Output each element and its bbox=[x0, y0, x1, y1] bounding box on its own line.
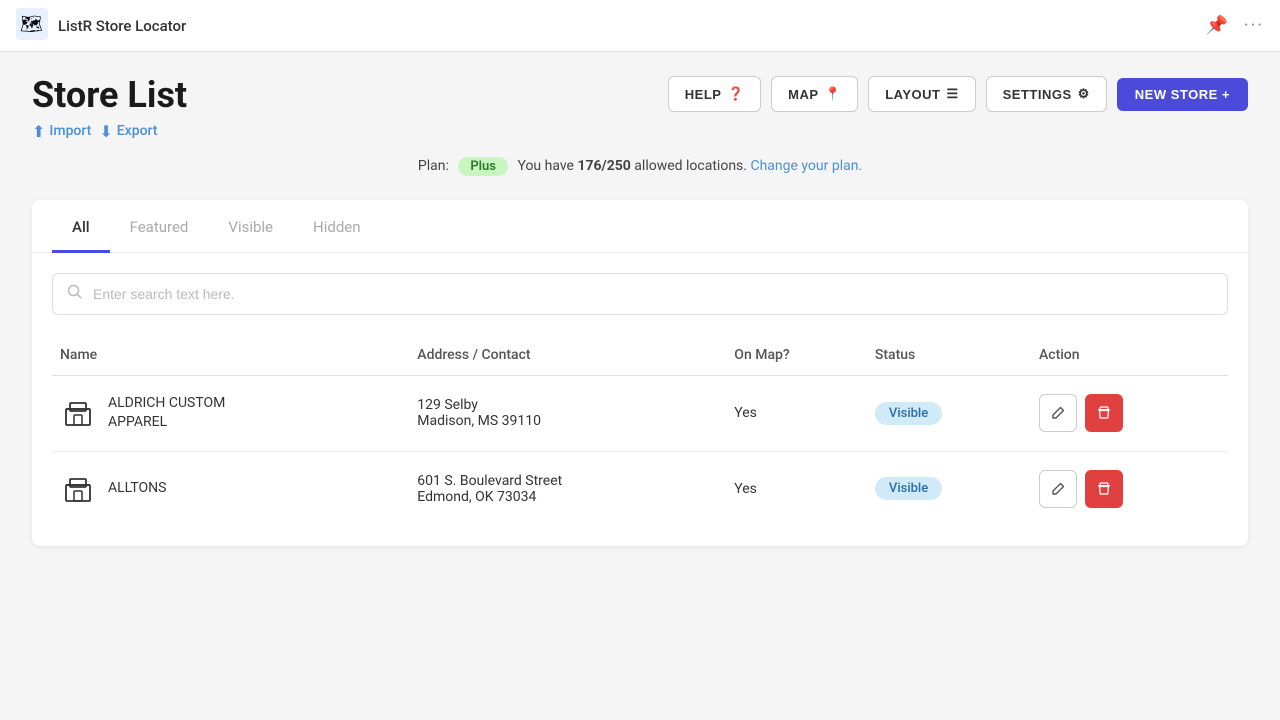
main-content: Store List ⬆ Import ⬇ Export HELP ❓ MAP … bbox=[0, 52, 1280, 570]
delete-icon bbox=[1097, 482, 1111, 496]
import-icon: ⬆ bbox=[32, 122, 45, 141]
settings-label: SETTINGS bbox=[1003, 87, 1072, 102]
store-action-cell bbox=[1031, 451, 1228, 526]
store-status-cell: Visible bbox=[867, 375, 1031, 451]
edit-icon bbox=[1051, 406, 1065, 420]
table-row: ALLTONS 601 S. Boulevard StreetEdmond, O… bbox=[52, 451, 1228, 526]
store-address-cell: 129 SelbyMadison, MS 39110 bbox=[409, 375, 726, 451]
plan-message-prefix: You have bbox=[517, 158, 577, 174]
table-body: ALDRICH CUSTOMAPPAREL 129 SelbyMadison, … bbox=[52, 375, 1228, 526]
col-address: Address / Contact bbox=[409, 335, 726, 376]
change-plan-link[interactable]: Change your plan. bbox=[750, 158, 862, 174]
layout-icon: ☰ bbox=[946, 86, 958, 102]
map-button[interactable]: MAP 📍 bbox=[771, 76, 858, 112]
settings-icon: ⚙ bbox=[1078, 86, 1090, 102]
import-label: Import bbox=[49, 123, 91, 139]
app-logo-icon: 🗺 bbox=[16, 8, 48, 44]
table-row: ALDRICH CUSTOMAPPAREL 129 SelbyMadison, … bbox=[52, 375, 1228, 451]
store-icon bbox=[60, 471, 96, 507]
search-box bbox=[52, 273, 1228, 315]
tab-all[interactable]: All bbox=[52, 200, 110, 253]
export-link[interactable]: ⬇ Export bbox=[99, 122, 157, 141]
search-input[interactable] bbox=[93, 286, 1213, 302]
header-actions: ⬆ Import ⬇ Export bbox=[32, 122, 187, 141]
app-title: ListR Store Locator bbox=[58, 17, 186, 35]
import-link[interactable]: ⬆ Import bbox=[32, 122, 91, 141]
store-action-cell bbox=[1031, 375, 1228, 451]
edit-icon bbox=[1051, 482, 1065, 496]
store-address-cell: 601 S. Boulevard StreetEdmond, OK 73034 bbox=[409, 451, 726, 526]
status-badge: Visible bbox=[875, 477, 942, 500]
svg-text:🗺: 🗺 bbox=[20, 14, 43, 35]
table-header: Name Address / Contact On Map? Status Ac… bbox=[52, 335, 1228, 376]
layout-label: LAYOUT bbox=[885, 87, 940, 102]
layout-button[interactable]: LAYOUT ☰ bbox=[868, 76, 975, 112]
help-icon: ❓ bbox=[727, 86, 744, 102]
page-title: Store List bbox=[32, 76, 187, 116]
tab-visible[interactable]: Visible bbox=[208, 200, 293, 253]
store-name-text: ALDRICH CUSTOMAPPAREL bbox=[108, 394, 225, 433]
edit-button[interactable] bbox=[1039, 394, 1077, 432]
plan-message-suffix: allowed locations. bbox=[631, 158, 747, 174]
topbar-right: 📌 ··· bbox=[1205, 15, 1264, 36]
search-icon bbox=[67, 284, 83, 304]
store-status-cell: Visible bbox=[867, 451, 1031, 526]
plan-bar: Plan: Plus You have 176/250 allowed loca… bbox=[32, 157, 1248, 176]
tabs-bar: All Featured Visible Hidden bbox=[32, 200, 1248, 253]
new-store-button[interactable]: NEW STORE + bbox=[1117, 78, 1248, 111]
search-container bbox=[32, 253, 1248, 325]
delete-button[interactable] bbox=[1085, 470, 1123, 508]
new-store-label: NEW STORE + bbox=[1135, 87, 1230, 102]
delete-button[interactable] bbox=[1085, 394, 1123, 432]
col-action: Action bbox=[1031, 335, 1228, 376]
header-buttons: HELP ❓ MAP 📍 LAYOUT ☰ SETTINGS ⚙ NEW STO… bbox=[668, 76, 1248, 112]
edit-button[interactable] bbox=[1039, 470, 1077, 508]
plan-label: Plan: bbox=[418, 158, 449, 174]
help-label: HELP bbox=[685, 87, 722, 102]
store-name-text: ALLTONS bbox=[108, 479, 166, 499]
status-badge: Visible bbox=[875, 402, 942, 425]
action-buttons bbox=[1039, 470, 1220, 508]
header-row: Store List ⬆ Import ⬇ Export HELP ❓ MAP … bbox=[32, 76, 1248, 141]
settings-button[interactable]: SETTINGS ⚙ bbox=[986, 76, 1107, 112]
tab-hidden[interactable]: Hidden bbox=[293, 200, 381, 253]
col-on-map: On Map? bbox=[726, 335, 867, 376]
plan-used: 176/250 bbox=[577, 158, 630, 174]
topbar-left: 🗺 ListR Store Locator bbox=[16, 8, 186, 44]
table-container: Name Address / Contact On Map? Status Ac… bbox=[32, 325, 1248, 546]
action-buttons bbox=[1039, 394, 1220, 432]
map-label: MAP bbox=[788, 87, 818, 102]
topbar: 🗺 ListR Store Locator 📌 ··· bbox=[0, 0, 1280, 52]
delete-icon bbox=[1097, 406, 1111, 420]
map-icon: 📍 bbox=[825, 86, 842, 102]
store-list-card: All Featured Visible Hidden bbox=[32, 200, 1248, 546]
tab-featured[interactable]: Featured bbox=[110, 200, 209, 253]
export-label: Export bbox=[117, 123, 158, 139]
store-icon bbox=[60, 395, 96, 431]
store-on-map-cell: Yes bbox=[726, 375, 867, 451]
pin-icon[interactable]: 📌 bbox=[1205, 15, 1227, 36]
store-on-map-cell: Yes bbox=[726, 451, 867, 526]
stores-table: Name Address / Contact On Map? Status Ac… bbox=[52, 335, 1228, 526]
col-name: Name bbox=[52, 335, 409, 376]
header-left: Store List ⬆ Import ⬇ Export bbox=[32, 76, 187, 141]
more-options-icon[interactable]: ··· bbox=[1244, 15, 1264, 36]
store-name-cell: ALLTONS bbox=[52, 451, 409, 526]
export-icon: ⬇ bbox=[99, 122, 112, 141]
help-button[interactable]: HELP ❓ bbox=[668, 76, 761, 112]
store-name-cell: ALDRICH CUSTOMAPPAREL bbox=[52, 375, 409, 451]
col-status: Status bbox=[867, 335, 1031, 376]
plan-badge: Plus bbox=[458, 157, 508, 176]
